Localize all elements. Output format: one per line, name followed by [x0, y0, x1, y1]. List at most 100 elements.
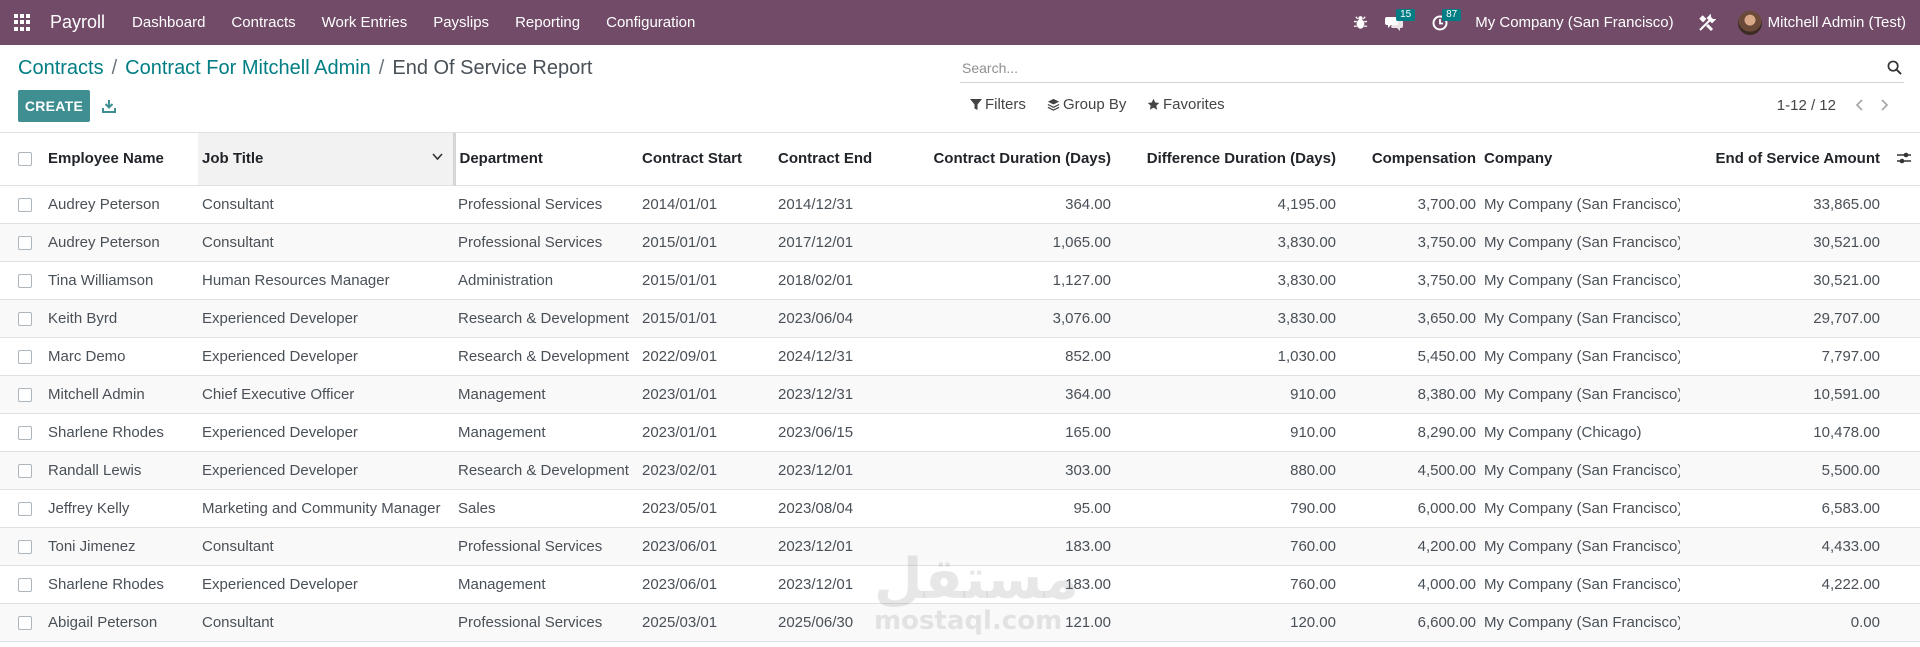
col-employee-name[interactable]: Employee Name: [44, 133, 198, 186]
table-cell: My Company (San Francisco): [1480, 261, 1680, 300]
row-checkbox[interactable]: [18, 501, 32, 516]
col-end-of-service-amount[interactable]: End of Service Amount: [1680, 133, 1920, 186]
table-row[interactable]: Randall Lewis Experienced Developer Resear…: [0, 451, 1920, 490]
table-row[interactable]: Marc Demo Experienced Developer Research &…: [0, 337, 1920, 376]
row-select-cell: [0, 337, 44, 376]
menu-dashboard[interactable]: Dashboard: [119, 0, 218, 45]
table-row[interactable]: Keith Byrd Experienced Developer Research …: [0, 299, 1920, 338]
messages-icon[interactable]: 15: [1377, 0, 1416, 45]
table-cell: 2023/05/01: [638, 489, 774, 528]
table-row[interactable]: Toni Jimenez Consultant Professional Servi…: [0, 527, 1920, 566]
table-cell: 8,290.00: [1340, 413, 1480, 452]
row-checkbox[interactable]: [18, 197, 32, 212]
table-row[interactable]: Mitchell Admin Chief Executive Officer Man…: [0, 375, 1920, 414]
table-cell: Management: [454, 413, 638, 452]
table-cell: Toni Jimenez: [44, 527, 198, 566]
debug-bug-icon[interactable]: [1343, 0, 1377, 45]
search-input[interactable]: [960, 59, 1884, 76]
menu-payslips[interactable]: Payslips: [420, 0, 502, 45]
activities-count-badge: 87: [1442, 9, 1462, 21]
table-cell: Experienced Developer: [198, 565, 454, 604]
table-cell: 0.00: [1680, 603, 1920, 642]
apps-menu-icon[interactable]: [14, 13, 32, 32]
col-company[interactable]: Company: [1480, 133, 1680, 186]
row-checkbox[interactable]: [18, 539, 32, 554]
row-checkbox[interactable]: [18, 577, 32, 592]
table-row[interactable]: Audrey Peterson Consultant Professional Se…: [0, 223, 1920, 262]
table-row[interactable]: Abigail Peterson Consultant Professional S…: [0, 603, 1920, 642]
table-cell: Sharlene Rhodes: [44, 565, 198, 604]
user-menu[interactable]: Mitchell Admin (Test): [1737, 10, 1906, 35]
menu-contracts[interactable]: Contracts: [218, 0, 308, 45]
table-cell: Jeffrey Kelly: [44, 489, 198, 528]
col-compensation[interactable]: Compensation: [1340, 133, 1480, 186]
group-by-button[interactable]: Group By: [1047, 96, 1126, 113]
create-button[interactable]: CREATE: [18, 90, 90, 122]
row-select-cell: [0, 451, 44, 490]
table-row[interactable]: Audrey Peterson Consultant Professional Se…: [0, 185, 1920, 224]
tools-icon[interactable]: [1690, 0, 1724, 45]
table-cell: 910.00: [1115, 413, 1340, 452]
table-cell: 910.00: [1115, 375, 1340, 414]
table-cell: Consultant: [198, 527, 454, 566]
col-contract-end[interactable]: Contract End: [774, 133, 884, 186]
pager-value[interactable]: 1-12 / 12: [1777, 97, 1836, 114]
table-cell: Research & Development: [454, 451, 638, 490]
table-cell: Consultant: [198, 223, 454, 262]
row-checkbox[interactable]: [18, 349, 32, 364]
table-cell: Keith Byrd: [44, 299, 198, 338]
filters-button[interactable]: Filters: [970, 96, 1026, 113]
table-cell: Audrey Peterson: [44, 185, 198, 224]
col-contract-start[interactable]: Contract Start: [638, 133, 774, 186]
table-header-row: Employee Name Job Title Department Contr…: [0, 133, 1920, 186]
col-department[interactable]: Department: [454, 133, 638, 186]
col-job-title[interactable]: Job Title: [198, 133, 456, 186]
table-cell: 2017/12/01: [774, 223, 884, 262]
col-contract-duration[interactable]: Contract Duration (Days): [884, 133, 1115, 186]
table-cell: 2023/12/01: [774, 451, 884, 490]
table-row[interactable]: Sharlene Rhodes Experienced Developer Mana…: [0, 565, 1920, 604]
menu-reporting[interactable]: Reporting: [502, 0, 593, 45]
table-row[interactable]: Tina Williamson Human Resources Manager Ad…: [0, 261, 1920, 300]
search-icon[interactable]: [1884, 58, 1904, 78]
row-checkbox[interactable]: [18, 425, 32, 440]
table-cell: Mitchell Admin: [44, 375, 198, 414]
breadcrumb-contract[interactable]: Contract For Mitchell Admin: [125, 57, 371, 80]
sort-down-icon: [431, 153, 443, 161]
pager-next-icon[interactable]: [1874, 95, 1894, 115]
pager-previous-icon[interactable]: [1850, 95, 1870, 115]
row-checkbox[interactable]: [18, 387, 32, 402]
row-checkbox[interactable]: [18, 311, 32, 326]
table-cell: 2025/06/30: [774, 603, 884, 642]
row-checkbox[interactable]: [18, 235, 32, 250]
table-cell: 6,583.00: [1680, 489, 1920, 528]
table-row[interactable]: Sharlene Rhodes Experienced Developer Mana…: [0, 413, 1920, 452]
download-icon[interactable]: [98, 95, 120, 117]
row-checkbox[interactable]: [18, 463, 32, 478]
table-cell: 4,000.00: [1340, 565, 1480, 604]
table-cell: My Company (San Francisco): [1480, 451, 1680, 490]
table-cell: My Company (San Francisco): [1480, 185, 1680, 224]
row-checkbox[interactable]: [18, 615, 32, 630]
table-row[interactable]: Jeffrey Kelly Marketing and Community Man…: [0, 489, 1920, 528]
menu-work-entries[interactable]: Work Entries: [309, 0, 421, 45]
favorites-label: Favorites: [1163, 96, 1225, 113]
messages-count-badge: 15: [1396, 9, 1416, 21]
table-cell: Management: [454, 565, 638, 604]
select-all-checkbox[interactable]: [18, 152, 32, 167]
breadcrumb-contracts[interactable]: Contracts: [18, 57, 104, 80]
row-checkbox[interactable]: [18, 273, 32, 288]
table-cell: 121.00: [884, 603, 1115, 642]
table-cell: Professional Services: [454, 185, 638, 224]
table-cell: 1,127.00: [884, 261, 1115, 300]
activities-clock-icon[interactable]: 87: [1423, 0, 1462, 45]
app-name[interactable]: Payroll: [42, 12, 105, 33]
table-cell: 880.00: [1115, 451, 1340, 490]
favorites-button[interactable]: Favorites: [1147, 96, 1225, 113]
group-by-label: Group By: [1063, 96, 1127, 113]
col-difference-duration[interactable]: Difference Duration (Days): [1115, 133, 1340, 186]
table-cell: 2014/12/31: [774, 185, 884, 224]
menu-configuration[interactable]: Configuration: [593, 0, 708, 45]
company-switcher[interactable]: My Company (San Francisco): [1475, 14, 1673, 31]
optional-columns-icon[interactable]: [1896, 151, 1912, 165]
